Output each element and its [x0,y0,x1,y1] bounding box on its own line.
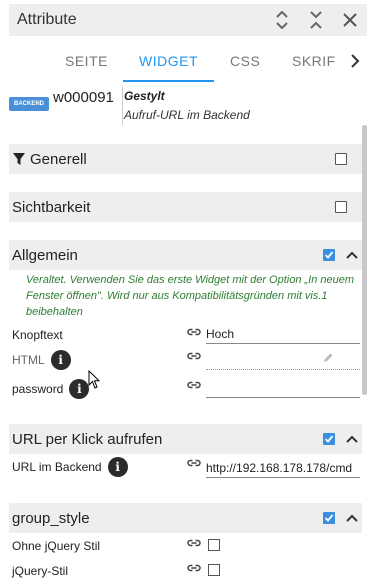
tab-bar: SEITE WIDGET CSS SKRIF [9,40,367,82]
password-label-text: password [12,382,64,396]
url-backend-label: URL im Backend i [12,457,128,477]
widget-set: Gestylt [124,89,165,103]
widget-description: Aufruf-URL im Backend [124,108,250,122]
section-title-allgemein: Allgemein [12,246,78,264]
password-label: password i [12,379,90,399]
knopftext-input[interactable]: Hoch [206,324,360,344]
widget-info: BACKEND w000091 Gestylt Aufruf-URL im Ba… [9,87,359,125]
html-input[interactable] [206,350,360,370]
scrollbar[interactable] [362,125,367,395]
close-icon[interactable] [333,4,367,36]
link-icon[interactable] [186,324,202,340]
url-checkbox[interactable] [323,433,335,445]
section-sichtbarkeit[interactable]: Sichtbarkeit [9,192,362,222]
link-icon[interactable] [186,348,202,364]
group-style-checkbox[interactable] [323,512,335,524]
collapse-url-icon[interactable] [342,435,362,443]
widget-id: w000091 [53,89,114,106]
mouse-cursor-icon [88,370,101,389]
active-tab-indicator [123,80,214,82]
section-generell[interactable]: Generell [9,144,362,174]
tab-css[interactable]: CSS [230,40,260,82]
edit-icon[interactable] [322,352,334,364]
info-icon[interactable]: i [107,457,128,477]
jquery-stil-label: jQuery-Stil [12,564,69,578]
expand-all-icon[interactable] [265,4,299,36]
section-url[interactable]: URL per Klick aufrufen [9,424,362,454]
info-icon[interactable]: i [69,379,90,399]
collapse-all-icon[interactable] [299,4,333,36]
panel-header: Attribute [9,4,367,36]
link-icon[interactable] [186,560,202,576]
link-icon[interactable] [186,377,202,393]
widget-type-icon: BACKEND [9,97,49,111]
allgemein-checkbox[interactable] [323,249,335,261]
password-input[interactable] [206,378,360,398]
divider [122,87,123,125]
chevron-right-icon[interactable] [343,40,367,82]
link-icon[interactable] [186,455,202,471]
panel-title: Attribute [17,11,77,28]
url-backend-input[interactable]: http://192.168.178.178/cmd [206,458,360,478]
collapse-allgemein-icon[interactable] [342,251,362,259]
section-title-url: URL per Klick aufrufen [12,430,163,448]
html-label-text: HTML [12,353,45,367]
url-backend-label-text: URL im Backend [12,460,102,474]
ohne-jquery-label: Ohne jQuery Stil [12,539,101,553]
knopftext-label: Knopftext [12,328,63,342]
section-title-generell: Generell [30,150,87,168]
filter-icon [13,153,25,165]
section-title-sichtbarkeit: Sichtbarkeit [12,198,91,216]
collapse-group-style-icon[interactable] [342,514,362,522]
section-allgemein[interactable]: Allgemein [9,240,362,270]
html-label: HTML i [12,350,71,370]
ohne-jquery-checkbox[interactable] [208,539,220,551]
tab-widget[interactable]: WIDGET [139,40,198,82]
info-icon[interactable]: i [50,350,71,370]
jquery-stil-checkbox[interactable] [208,564,220,576]
link-icon[interactable] [186,535,202,551]
tab-skript[interactable]: SKRIF [292,40,336,82]
deprecation-note: Veraltet. Verwenden Sie das erste Widget… [26,274,355,318]
section-group-style[interactable]: group_style [9,503,362,533]
generell-checkbox[interactable] [335,153,347,165]
sichtbarkeit-checkbox[interactable] [335,201,347,213]
tab-seite[interactable]: SEITE [65,40,108,82]
section-title-group-style: group_style [12,509,90,527]
